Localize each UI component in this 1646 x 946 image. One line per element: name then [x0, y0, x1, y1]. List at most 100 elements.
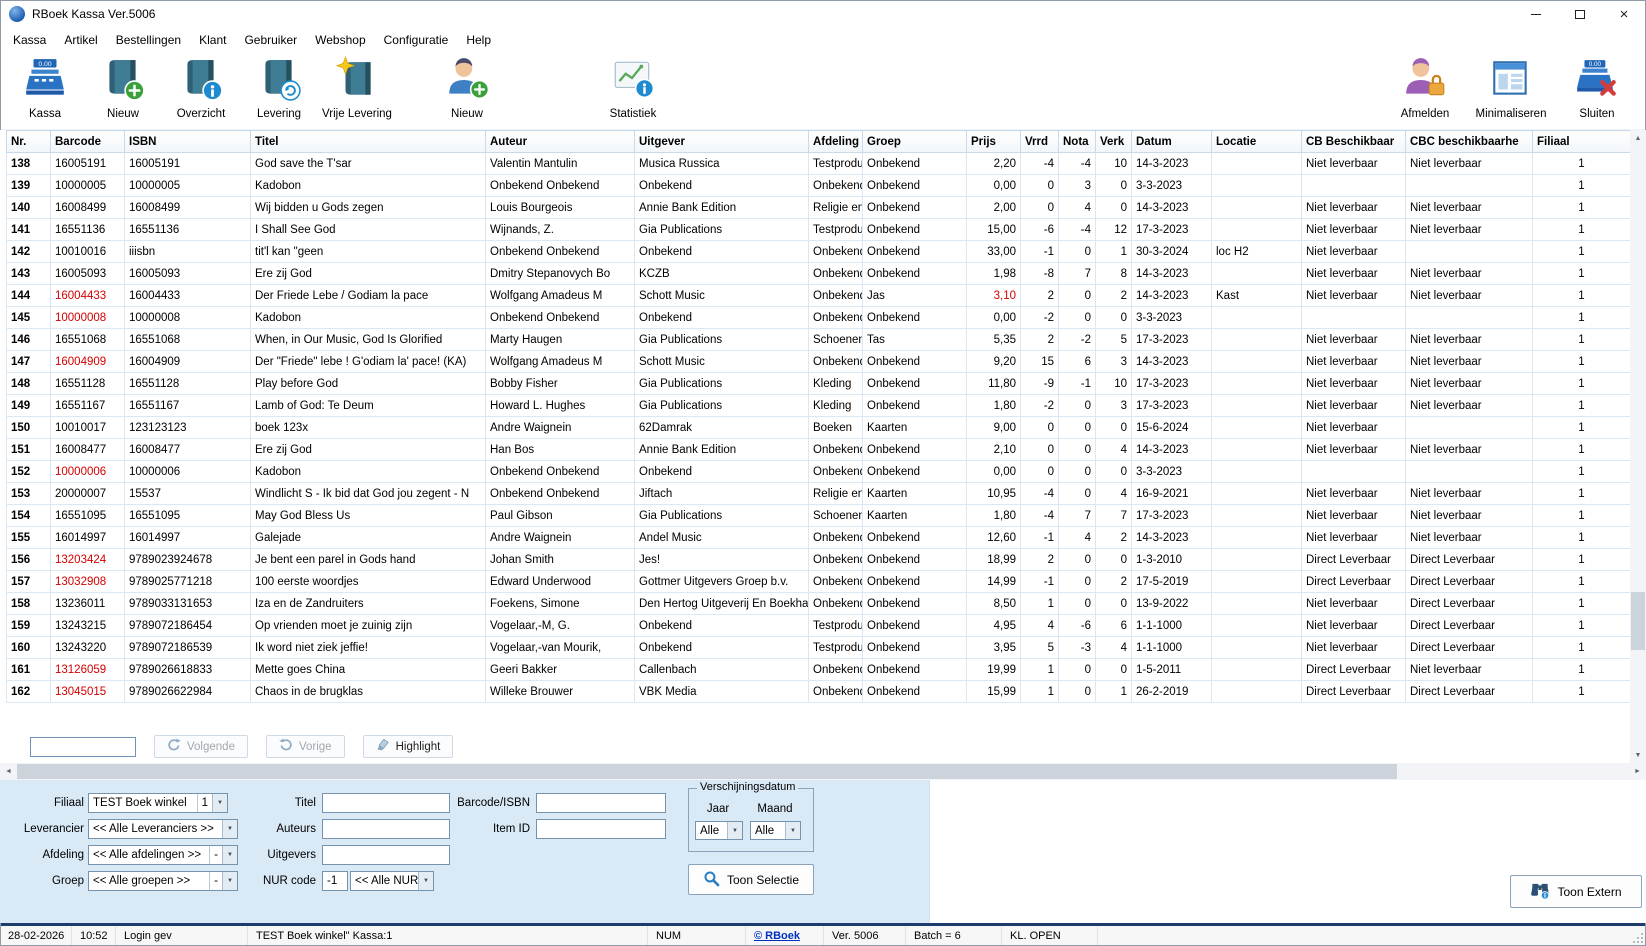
rboek-link[interactable]: © RBoek [746, 926, 824, 946]
jaar-select[interactable]: Alle ▼ [695, 821, 743, 840]
column-header-titel[interactable]: Titel [251, 131, 486, 153]
cell-cbc: Niet leverbaar [1406, 153, 1533, 175]
menu-item-webshop[interactable]: Webshop [306, 30, 374, 50]
resize-grip[interactable] [1628, 926, 1646, 946]
toolbar-button-book-star[interactable]: Vrije Levering [318, 55, 396, 120]
column-header-afdeling[interactable]: Afdeling [809, 131, 863, 153]
menu-item-kassa[interactable]: Kassa [4, 30, 55, 50]
toolbar-button-minimize-window[interactable]: Minimaliseren [1472, 55, 1550, 120]
filiaal-select[interactable]: TEST Boek winkel 1 ▼ [88, 793, 228, 813]
column-header-filiaal[interactable]: Filiaal [1533, 131, 1631, 153]
scroll-down-icon[interactable]: ▼ [1630, 747, 1646, 763]
leverancier-select[interactable]: << Alle Leveranciers >> ▼ [88, 819, 238, 839]
menu-item-bestellingen[interactable]: Bestellingen [107, 30, 190, 50]
item-id-input[interactable] [536, 819, 666, 839]
table-row[interactable]: 1461655106816551068When, in Our Music, G… [7, 329, 1631, 351]
table-row[interactable]: 158132360119789033131653Iza en de Zandru… [7, 593, 1631, 615]
minimize-button[interactable] [1514, 0, 1558, 28]
menu-item-configuratie[interactable]: Configuratie [375, 30, 458, 50]
menu-item-artikel[interactable]: Artikel [55, 30, 106, 50]
groep-select[interactable]: << Alle groepen >> - ▼ [88, 871, 238, 891]
table-row[interactable]: 159132432159789072186454Op vrienden moet… [7, 615, 1631, 637]
afdeling-select[interactable]: << Alle afdelingen >> - ▼ [88, 845, 238, 865]
column-header-prijs[interactable]: Prijs [967, 131, 1021, 153]
table-row[interactable]: 1511600847716008477Ere zij GodHan BosAnn… [7, 439, 1631, 461]
toon-selectie-button[interactable]: Toon Selectie [688, 864, 814, 895]
vorige-button[interactable]: Vorige [266, 735, 345, 758]
column-header-cb[interactable]: CB Beschikbaar [1302, 131, 1406, 153]
table-row[interactable]: 160132432209789072186539Ik word niet zie… [7, 637, 1631, 659]
table-row[interactable]: 15010010017123123123boek 123xAndre Waign… [7, 417, 1631, 439]
toon-selectie-label: Toon Selectie [727, 873, 799, 887]
highlight-button[interactable]: Highlight [363, 735, 454, 758]
table-row[interactable]: 1431600509316005093Ere zij GodDmitry Ste… [7, 263, 1631, 285]
toolbar-button-book-info[interactable]: Overzicht [162, 55, 240, 120]
table-row[interactable]: 1491655116716551167Lamb of God: Te DeumH… [7, 395, 1631, 417]
cell-groep: Tas [863, 329, 967, 351]
scroll-right-icon[interactable]: ► [1629, 763, 1646, 780]
column-header-nota[interactable]: Nota [1059, 131, 1096, 153]
table-row[interactable]: 1401600849916008499Wij bidden u Gods zeg… [7, 197, 1631, 219]
table-row[interactable]: 156132034249789023924678Je bent een pare… [7, 549, 1631, 571]
chevron-down-icon[interactable]: ▼ [212, 794, 227, 812]
chevron-down-icon[interactable]: ▼ [418, 872, 433, 890]
cell-isbn: 10000006 [125, 461, 251, 483]
maand-select[interactable]: Alle ▼ [750, 821, 801, 840]
table-row[interactable]: 1411655113616551136I Shall See GodWijnan… [7, 219, 1631, 241]
toolbar-button-book-add[interactable]: Nieuw [84, 55, 162, 120]
table-row[interactable]: 161131260599789026618833Mette goes China… [7, 659, 1631, 681]
table-row[interactable]: 14210010016iiisbntit'l kan "geenOnbekend… [7, 241, 1631, 263]
table-row[interactable]: 1521000000610000006KadobonOnbekend Onbek… [7, 461, 1631, 483]
uitgevers-input[interactable] [322, 845, 450, 865]
table-row[interactable]: 1551601499716014997GalejadeAndre Waignei… [7, 527, 1631, 549]
vertical-scroll-thumb[interactable] [1631, 592, 1645, 650]
toolbar-button-customer-add[interactable]: Nieuw [428, 55, 506, 120]
column-header-uitgever[interactable]: Uitgever [635, 131, 809, 153]
column-header-locatie[interactable]: Locatie [1212, 131, 1302, 153]
search-input[interactable] [30, 737, 136, 757]
scroll-up-icon[interactable]: ▲ [1630, 130, 1646, 146]
column-header-isbn[interactable]: ISBN [125, 131, 251, 153]
vertical-scrollbar[interactable]: ▲ ▼ [1630, 130, 1646, 763]
table-row[interactable]: 1451000000810000008KadobonOnbekend Onbek… [7, 307, 1631, 329]
column-header-groep[interactable]: Groep [863, 131, 967, 153]
status-segment: NUM [648, 926, 746, 946]
toolbar-button-cash-register[interactable]: 0.00Kassa [6, 55, 84, 120]
table-row[interactable]: 157130329089789025771218100 eerste woord… [7, 571, 1631, 593]
chevron-down-icon[interactable]: ▼ [727, 822, 742, 839]
toon-extern-button[interactable]: Toon Extern [1510, 875, 1642, 908]
column-header-datum[interactable]: Datum [1132, 131, 1212, 153]
menu-item-gebruiker[interactable]: Gebruiker [235, 30, 306, 50]
horizontal-scroll-thumb[interactable] [17, 764, 1397, 779]
cell-afdeling: Kleding [809, 395, 863, 417]
toolbar-button-close-register[interactable]: 0.00Sluiten [1558, 55, 1636, 120]
scroll-left-icon[interactable]: ◄ [0, 763, 17, 780]
table-row[interactable]: 1541655109516551095May God Bless UsPaul … [7, 505, 1631, 527]
volgende-button[interactable]: Volgende [154, 735, 248, 758]
table-row[interactable]: 1441600443316004433Der Friede Lebe / God… [7, 285, 1631, 307]
table-row[interactable]: 1481655112816551128Play before GodBobby … [7, 373, 1631, 395]
table-row[interactable]: 162130450159789026622984Chaos in de brug… [7, 681, 1631, 703]
nur-code-number[interactable]: -1 [322, 871, 348, 891]
toolbar-button-logout-lock[interactable]: Afmelden [1386, 55, 1464, 120]
table-row[interactable]: 1471600490916004909Der "Friede" lebe ! G… [7, 351, 1631, 373]
column-header-barcode[interactable]: Barcode [51, 131, 125, 153]
column-header-nr[interactable]: Nr. [7, 131, 51, 153]
nur-code-select[interactable]: << Alle NUR... ▼ [350, 871, 434, 891]
table-row[interactable]: 1532000000715537Windlicht S - Ik bid dat… [7, 483, 1631, 505]
table-row[interactable]: 1391000000510000005KadobonOnbekend Onbek… [7, 175, 1631, 197]
horizontal-scrollbar[interactable]: ◄ ► [0, 763, 1646, 780]
menu-item-help[interactable]: Help [457, 30, 500, 50]
chevron-down-icon[interactable]: ▼ [785, 822, 800, 839]
column-header-cbc[interactable]: CBC beschikbaarhe [1406, 131, 1533, 153]
table-row[interactable]: 1381600519116005191God save the T'sarVal… [7, 153, 1631, 175]
toolbar-button-book-delivery[interactable]: Levering [240, 55, 318, 120]
maximize-button[interactable] [1558, 0, 1602, 28]
toolbar-button-statistics[interactable]: Statistiek [594, 55, 672, 120]
close-button[interactable]: × [1602, 0, 1646, 28]
barcode-isbn-input[interactable] [536, 793, 666, 813]
column-header-vrrd[interactable]: Vrrd [1021, 131, 1059, 153]
menu-item-klant[interactable]: Klant [190, 30, 235, 50]
column-header-verk[interactable]: Verk [1096, 131, 1132, 153]
column-header-auteur[interactable]: Auteur [486, 131, 635, 153]
